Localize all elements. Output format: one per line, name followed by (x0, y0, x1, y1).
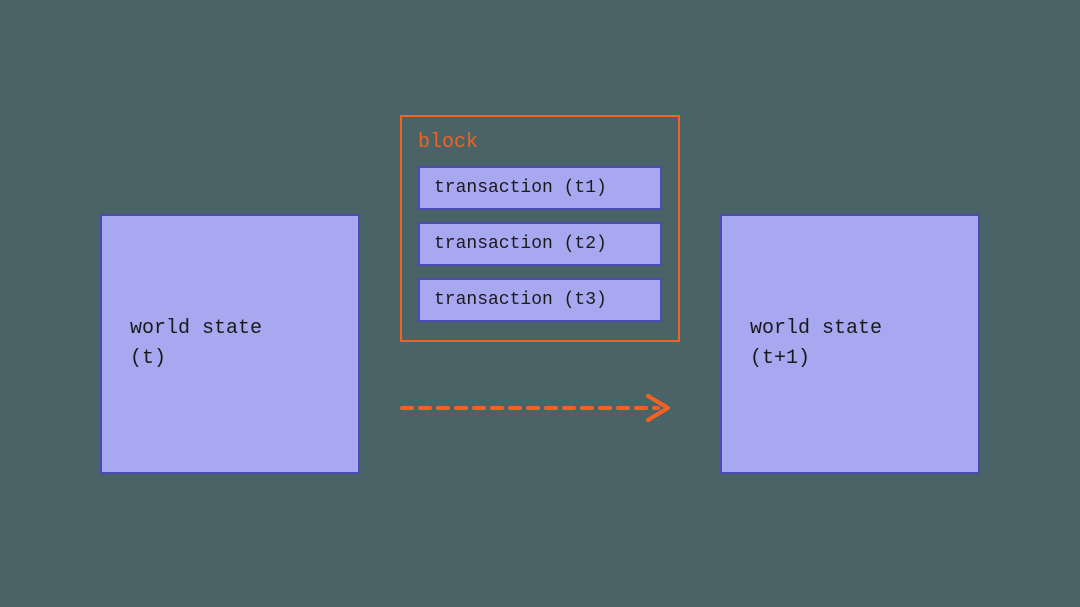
world-state-before: world state (t) (100, 214, 360, 474)
state-line1: world state (130, 317, 262, 340)
arrow-icon (400, 393, 680, 423)
world-state-before-label: world state (t) (102, 314, 262, 374)
world-state-after: world state (t+1) (720, 214, 980, 474)
block-container: block transaction (t1) transaction (t2) … (400, 115, 680, 342)
diagram-stage: world state (t) block transaction (t1) t… (0, 0, 1080, 607)
state-line1: world state (750, 317, 882, 340)
state-line2: (t) (130, 347, 166, 370)
transaction-item: transaction (t1) (418, 166, 662, 210)
transaction-item: transaction (t3) (418, 278, 662, 322)
transaction-item: transaction (t2) (418, 222, 662, 266)
world-state-after-label: world state (t+1) (722, 314, 882, 374)
state-line2: (t+1) (750, 347, 810, 370)
block-title: block (418, 131, 662, 154)
